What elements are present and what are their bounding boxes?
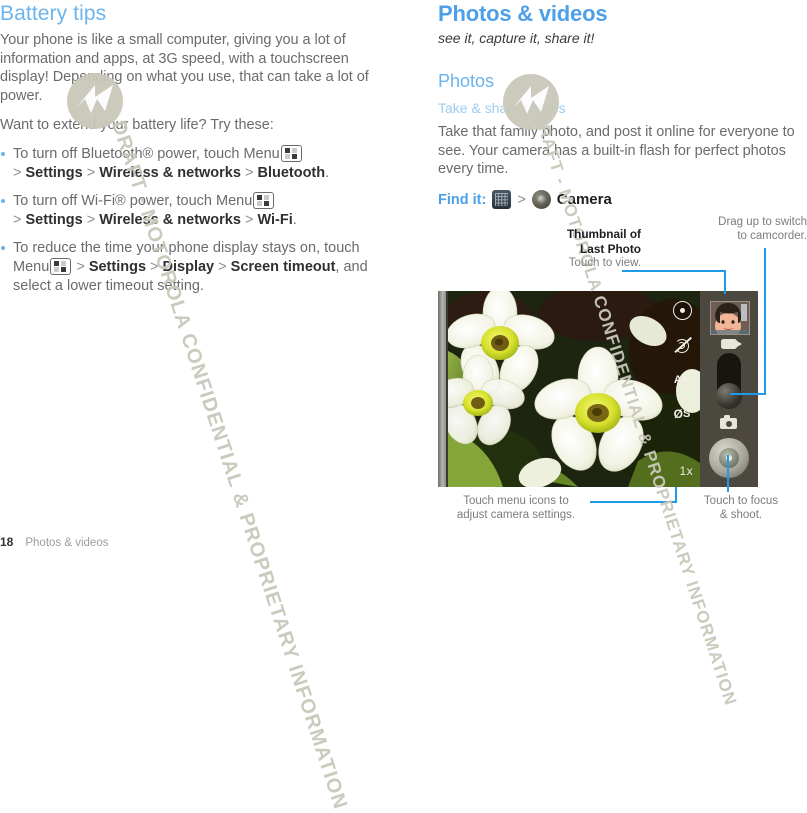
camera-viewfinder-figure: Aw ØS 1x [438,291,758,487]
battery-intro-paragraph: Your phone is like a small computer, giv… [0,32,369,104]
path-sep: > [517,191,526,208]
scene-mode-icon[interactable]: ØS [674,405,691,422]
callout-camcorder-line2: to camcorder. [737,229,807,242]
path-step-wireless: Wireless & networks [99,211,241,228]
list-item: To reduce the time your phone display st… [0,239,392,295]
page-footer: 18 Photos & videos [0,535,108,549]
bullet-trail-text: . [325,164,330,181]
menu-key-icon [50,257,72,275]
callout-shutter-line2: & shoot. [719,508,763,521]
path-step-wifi: Wi-Fi [257,211,293,228]
subsection-title-take-share: Take & share photos [438,100,566,116]
left-column: Battery tips Your phone is like a small … [0,0,392,295]
list-item: To turn off Bluetooth® power, touch Menu… [0,144,392,182]
path-sep: > [244,211,254,228]
phone-bezel [438,291,448,487]
path-step-wireless: Wireless & networks [99,164,241,181]
app-launcher-icon[interactable] [492,190,512,210]
callout-menu-icons-line2: adjust camera settings. [456,508,576,521]
path-step-bluetooth: Bluetooth [257,164,326,181]
bullet-trail-text: . [292,211,297,228]
path-step-display: Display [162,258,215,275]
callout-line-camcorder [764,248,766,394]
mode-switch-knob[interactable] [716,383,742,409]
menu-key-icon [280,144,302,162]
daffodil-photo [448,291,700,487]
page-title-battery-tips: Battery tips [0,2,107,25]
camera-app-icon[interactable] [531,190,551,210]
camera-settings-icon[interactable] [672,301,692,320]
list-item: To turn off Wi-Fi® power, touch Menu > S… [0,192,392,229]
menu-key-icon [253,192,275,210]
callout-shutter-line1: Touch to focus [703,495,779,507]
right-column: Photos & videos see it, capture it, shar… [438,0,807,210]
chapter-subtitle: see it, capture it, share it! [438,30,595,46]
path-sep: > [13,211,22,228]
photos-intro-paragraph: Take that family photo, and post it onli… [438,124,795,178]
callout-thumbnail-line2: Last Photo [580,241,641,256]
zoom-level-indicator: 1x [679,464,693,478]
manual-page: Battery tips Your phone is like a small … [0,0,807,812]
flash-off-icon[interactable] [673,336,692,354]
auto-white-balance-icon[interactable]: Aw [674,371,691,388]
viewfinder-menu-icons[interactable]: Aw ØS [668,301,696,422]
last-photo-thumbnail[interactable] [710,301,750,335]
page-title-photos-videos: Photos & videos [438,1,608,26]
viewfinder-preview[interactable]: Aw ØS 1x [448,291,700,487]
path-sep: > [86,164,96,181]
find-it-path: Find it: > Camera [438,190,807,210]
path-sep: > [13,164,22,181]
find-it-label: Find it: [438,191,487,208]
path-step-settings: Settings [25,164,83,181]
callout-line-menu-icons [590,501,677,503]
camera-control-bar [700,291,758,487]
bullet-lead-text: To turn off Bluetooth® power, touch Menu [13,145,280,162]
callout-shutter: Touch to focus & shoot. [686,495,796,522]
callout-line-thumbnail [724,270,726,294]
shutter-button[interactable] [709,438,749,478]
callout-camcorder-line1: Drag up to switch [718,216,807,228]
battery-question-paragraph: Want to extend your battery life? Try th… [0,117,274,134]
page-number: 18 [0,535,14,549]
thumbnail-photo [711,302,749,334]
path-sep: > [150,258,159,275]
path-sep: > [244,164,254,181]
callout-line-menu-icons [675,487,677,502]
callout-menu-icons: Touch menu icons to adjust camera settin… [440,495,592,522]
path-step-settings: Settings [25,211,83,228]
path-step-screen-timeout: Screen timeout [230,258,336,275]
bullet-lead-text: To turn off Wi-Fi® power, touch Menu [13,193,253,210]
footer-chapter-name: Photos & videos [25,537,109,549]
path-sep: > [218,258,227,275]
callout-menu-icons-line1: Touch menu icons to [463,495,569,507]
callout-thumbnail: Thumbnail of Last Photo Touch to view. [526,227,641,271]
find-it-app-name: Camera [556,190,612,208]
callout-line-camcorder [730,393,766,395]
callout-camcorder: Drag up to switch to camcorder. [678,216,807,243]
still-camera-icon[interactable] [718,415,739,430]
path-sep: > [86,211,96,228]
callout-thumbnail-subtitle: Touch to view. [568,257,641,270]
section-title-photos: Photos [438,71,495,91]
callout-thumbnail-line1: Thumbnail of [566,227,641,241]
callout-line-shutter [727,455,729,492]
video-camera-icon[interactable] [718,337,742,350]
path-sep: > [76,258,85,275]
battery-tips-list: To turn off Bluetooth® power, touch Menu… [0,144,392,295]
path-step-settings: Settings [88,258,147,275]
